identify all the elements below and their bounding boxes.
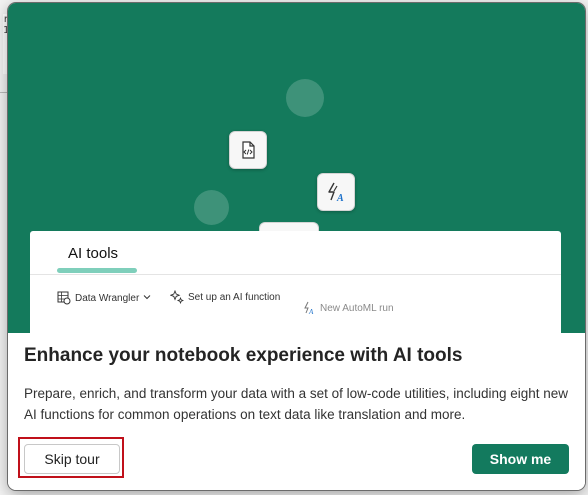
automl-icon: A bbox=[302, 301, 316, 315]
ai-tools-tour-dialog: A AI tools Data Wrangler Set up an AI fu… bbox=[8, 3, 585, 490]
tab-indicator bbox=[57, 268, 137, 273]
code-file-icon bbox=[229, 131, 267, 169]
decorative-circle bbox=[286, 79, 324, 117]
svg-text:A: A bbox=[336, 193, 344, 203]
dialog-title: Enhance your notebook experience with AI… bbox=[24, 345, 463, 366]
ai-function-icon: A bbox=[317, 173, 355, 211]
hero-illustration: A AI tools Data Wrangler Set up an AI fu… bbox=[8, 3, 585, 333]
ai-tools-panel: AI tools Data Wrangler Set up an AI func… bbox=[30, 231, 561, 333]
toolbar-automl: A New AutoML run bbox=[302, 301, 394, 315]
toolbar-label: New AutoML run bbox=[320, 302, 394, 314]
dialog-body: Enhance your notebook experience with AI… bbox=[8, 333, 585, 490]
chevron-down-icon bbox=[143, 293, 151, 304]
toolbar-ai-function: Set up an AI function bbox=[170, 290, 280, 304]
toolbar-data-wrangler: Data Wrangler bbox=[57, 291, 151, 305]
data-wrangler-icon bbox=[57, 291, 71, 305]
show-me-button[interactable]: Show me bbox=[472, 444, 569, 474]
skip-tour-button[interactable]: Skip tour bbox=[24, 444, 120, 474]
toolbar-label: Data Wrangler bbox=[75, 292, 140, 304]
sparkle-icon bbox=[170, 290, 184, 304]
divider bbox=[30, 274, 561, 275]
decorative-circle bbox=[194, 190, 229, 225]
tab-ai-tools: AI tools bbox=[68, 245, 119, 262]
svg-text:A: A bbox=[308, 308, 314, 315]
toolbar-label: Set up an AI function bbox=[188, 291, 281, 303]
dialog-description: Prepare, enrich, and transform your data… bbox=[24, 386, 569, 422]
